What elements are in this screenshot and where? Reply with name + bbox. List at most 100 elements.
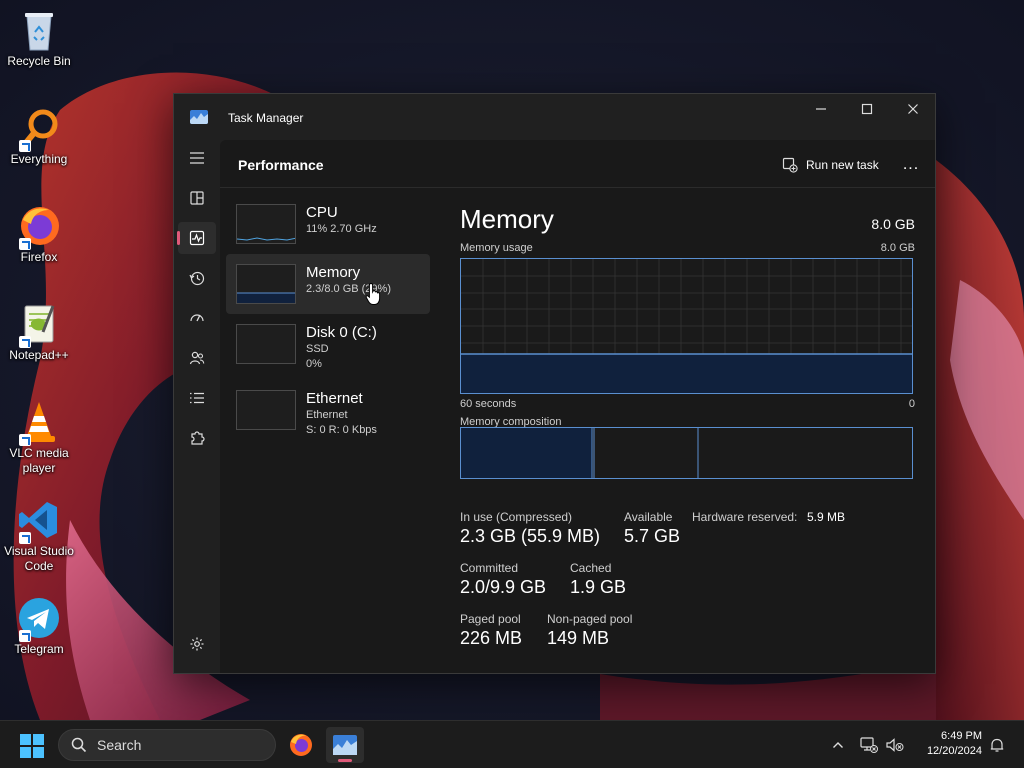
- tile-name: CPU: [306, 204, 338, 221]
- desktop-icon-firefox[interactable]: Firefox: [0, 204, 78, 265]
- desktop-icon-telegram[interactable]: Telegram: [0, 596, 78, 657]
- start-button[interactable]: [20, 734, 44, 758]
- close-button[interactable]: [890, 94, 936, 124]
- nav-services[interactable]: [178, 422, 216, 454]
- clock-time: 6:49 PM: [941, 730, 982, 742]
- tile-detail-secondary: S: 0 R: 0 Kbps: [306, 424, 377, 436]
- history-icon: [189, 271, 205, 286]
- memory-usage-fill: [461, 354, 912, 393]
- bell-icon: [990, 738, 1004, 752]
- desktop-icon-everything[interactable]: Everything: [0, 106, 78, 167]
- nav-processes[interactable]: [178, 182, 216, 214]
- network-status-button[interactable]: [858, 733, 880, 757]
- desktop-icon-label: Telegram: [14, 642, 64, 656]
- run-new-task-button[interactable]: Run new task: [776, 151, 885, 179]
- desktop-icon-vscode[interactable]: Visual Studio Code: [0, 498, 78, 574]
- time-window-label: 60 seconds: [460, 398, 517, 410]
- window-title: Task Manager: [228, 111, 304, 125]
- tile-detail-secondary: 0%: [306, 358, 322, 370]
- hand-cursor-icon: [365, 282, 383, 311]
- minimize-button[interactable]: [798, 94, 844, 124]
- memory-thumbnail-graph: [236, 264, 296, 304]
- page-title: Performance: [238, 157, 324, 173]
- nav-details[interactable]: [178, 382, 216, 414]
- taskbar-search-box[interactable]: Search: [58, 729, 276, 761]
- shortcut-arrow-icon: [19, 532, 31, 544]
- ethernet-thumbnail-graph: [236, 390, 296, 430]
- processes-icon: [190, 191, 204, 205]
- notifications-button[interactable]: [986, 733, 1008, 757]
- tile-cpu[interactable]: CPU 11% 2.70 GHz: [226, 194, 430, 254]
- tile-name: Ethernet: [306, 390, 363, 407]
- task-manager-window[interactable]: Task Manager Performance Run new task ..…: [173, 93, 936, 674]
- desktop-icon-label: Recycle Bin: [7, 54, 71, 68]
- in-use-value: 2.3 GB (55.9 MB): [460, 526, 601, 546]
- cached-label: Cached: [570, 561, 612, 575]
- show-hidden-icons-button[interactable]: [828, 733, 848, 757]
- desktop-icon-recycle-bin[interactable]: Recycle Bin: [0, 8, 78, 69]
- minimize-icon: [816, 108, 826, 110]
- users-icon: [189, 351, 205, 365]
- maximize-icon: [861, 103, 873, 115]
- taskbar: Search 6:49 PM 12/20/2024: [0, 720, 1024, 768]
- shortcut-arrow-icon: [19, 434, 31, 446]
- hardware-reserved-label: Hardware reserved:: [692, 510, 798, 524]
- recycle-bin-icon: [17, 8, 61, 52]
- more-options-icon: ...: [902, 156, 920, 173]
- memory-usage-graph: [460, 258, 913, 394]
- volume-status-button[interactable]: [884, 733, 906, 757]
- nav-users[interactable]: [178, 342, 216, 374]
- clock-date: 12/20/2024: [926, 745, 982, 757]
- desktop-icon-vlc[interactable]: VLC media player: [0, 400, 78, 476]
- nav-startup-apps[interactable]: [178, 302, 216, 334]
- firefox-icon: [17, 204, 61, 250]
- everything-search-icon: [17, 106, 61, 152]
- taskbar-firefox[interactable]: [282, 727, 320, 763]
- resource-list: CPU 11% 2.70 GHz Memory 2.3/8.0 GB (29%)…: [226, 194, 432, 440]
- more-options-button[interactable]: ...: [896, 151, 926, 179]
- speedometer-icon: [190, 314, 204, 322]
- list-icon: [190, 392, 204, 404]
- volume-muted-icon: [886, 738, 904, 752]
- hardware-reserved-value: 5.9 MB: [807, 510, 846, 524]
- search-icon: [71, 737, 87, 753]
- memory-usage-max: 8.0 GB: [880, 242, 915, 254]
- tile-detail: Ethernet: [306, 409, 348, 421]
- tile-name: Disk 0 (C:): [306, 324, 377, 341]
- title-bar[interactable]: Task Manager: [174, 94, 935, 140]
- performance-icon: [189, 230, 205, 246]
- shortcut-arrow-icon: [19, 630, 31, 642]
- available-value: 5.7 GB: [624, 526, 681, 546]
- desktop-icon-label: Visual Studio Code: [4, 544, 74, 573]
- navigation-rail: [174, 140, 220, 673]
- nav-app-history[interactable]: [178, 262, 216, 294]
- nav-performance[interactable]: [177, 222, 216, 254]
- tile-memory[interactable]: Memory 2.3/8.0 GB (29%): [226, 254, 430, 314]
- composition-in-use-segment: [461, 428, 592, 478]
- tile-disk-0[interactable]: Disk 0 (C:) SSD 0%: [226, 314, 430, 374]
- taskbar-task-manager[interactable]: [326, 727, 364, 763]
- committed-value: 2.0/9.9 GB: [460, 577, 547, 597]
- disk-thumbnail-graph: [236, 324, 296, 364]
- network-icon: [860, 737, 878, 753]
- time-zero-label: 0: [908, 398, 915, 410]
- clock[interactable]: 6:49 PM 12/20/2024: [912, 729, 982, 759]
- desktop-icon-label: Everything: [10, 152, 68, 166]
- desktop-icon-label: Notepad++: [9, 348, 69, 362]
- performance-page: Performance Run new task ... CPU 11% 2.7…: [220, 140, 935, 673]
- gear-icon: [190, 637, 204, 651]
- memory-title: Memory: [460, 204, 554, 234]
- run-new-task-label: Run new task: [806, 158, 879, 172]
- notepad-plus-plus-icon: [17, 302, 61, 348]
- tile-ethernet[interactable]: Ethernet Ethernet S: 0 R: 0 Kbps: [226, 380, 430, 440]
- non-paged-pool-value: 149 MB: [547, 628, 610, 648]
- in-use-label: In use (Compressed): [460, 510, 573, 524]
- nav-settings[interactable]: [178, 628, 216, 660]
- desktop-icon-notepad-plus-plus[interactable]: Notepad++: [0, 302, 78, 363]
- search-label: Search: [97, 737, 142, 753]
- paged-pool-value: 226 MB: [460, 628, 523, 648]
- nav-menu-toggle[interactable]: [178, 142, 216, 174]
- maximize-button[interactable]: [844, 94, 890, 124]
- tile-detail: 11% 2.70 GHz: [306, 223, 377, 235]
- cached-value: 1.9 GB: [570, 577, 627, 597]
